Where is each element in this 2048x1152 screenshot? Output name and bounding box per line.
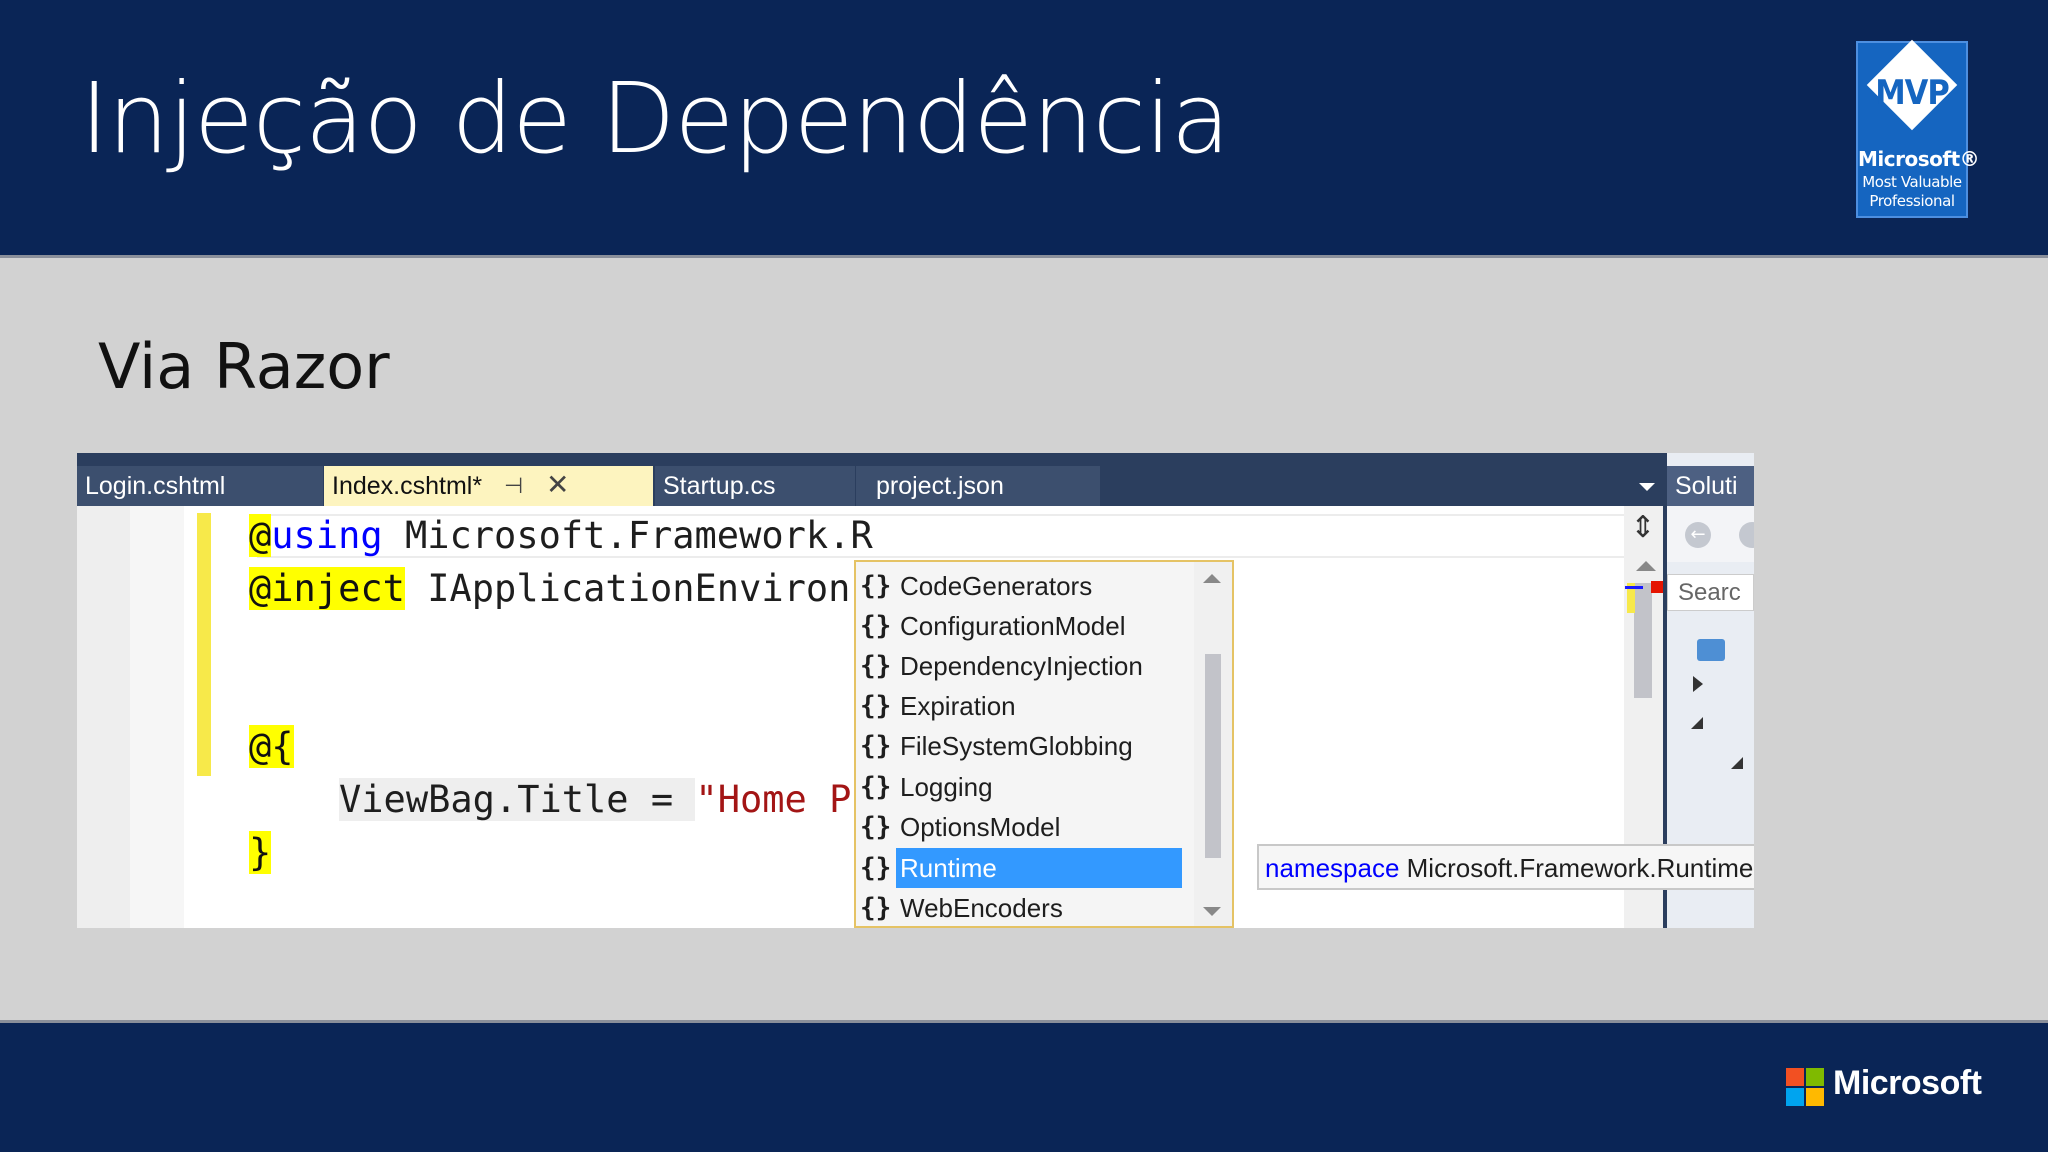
title-string: "Home P [695,778,852,821]
intellisense-completion-list: {} CodeGenerators {} ConfigurationModel … [854,560,1234,928]
code-line-5[interactable]: } [249,831,272,875]
tab-label: Index.cshtml* [332,472,483,500]
tooltip-text: Microsoft.Framework.Runtime [1399,853,1754,883]
tab-startup-cs[interactable]: Startup.cs [655,466,855,506]
slide-subtitle: Via Razor [98,330,390,403]
scroll-up-icon[interactable] [1636,561,1656,571]
tab-label: project.json [876,472,1004,500]
tab-label: Startup.cs [663,472,776,500]
razor-at: @ [249,514,272,557]
collapse-arrow-icon[interactable] [1731,757,1743,769]
code-line-1[interactable]: @using Microsoft.Framework.R [249,514,873,558]
namespace-icon: {} [860,812,892,842]
namespace-icon: {} [860,893,892,923]
completion-item[interactable]: CodeGenerators [896,566,1182,606]
close-icon[interactable]: ✕ [546,465,569,505]
glyph-margin [130,506,184,928]
editor-tab-bar: Login.cshtml Index.cshtml* ⊣ ✕ Startup.c… [77,453,1667,506]
solution-explorer-header[interactable]: Soluti [1667,466,1754,506]
code-line-4[interactable]: ViewBag.Title = "Home P [339,778,851,822]
line-number-gutter [77,506,130,928]
web-project-icon [1697,639,1725,661]
mvp-badge-logo: MVP Microsoft® Most Valuable Professiona… [1856,39,1980,218]
logo-square-green [1806,1068,1824,1086]
scrollbar-error-marker [1651,581,1663,593]
title-divider [0,255,2048,258]
completion-item[interactable]: Expiration [896,686,1182,726]
using-namespace: Microsoft.Framework.R [382,514,873,557]
back-icon[interactable]: ← [1685,522,1711,548]
namespace-icon: {} [860,772,892,802]
mvp-subtitle-line2: Professional [1869,192,1955,210]
mvp-brand: Microsoft® [1858,147,1980,171]
expand-arrow-icon[interactable] [1693,676,1703,692]
tooltip-keyword: namespace [1265,853,1400,883]
tab-project-json[interactable]: project.json [856,466,1100,506]
namespace-icon: {} [860,611,892,641]
tab-label: Login.cshtml [85,472,226,500]
using-keyword: using [271,514,383,557]
tab-login-cshtml[interactable]: Login.cshtml [77,466,323,506]
ide-screenshot: Login.cshtml Index.cshtml* ⊣ ✕ Startup.c… [77,453,1754,928]
solution-search-input[interactable]: Searc [1667,574,1754,611]
completion-item[interactable]: ConfigurationModel [896,606,1182,646]
namespace-icon: {} [860,651,892,681]
tab-index-cshtml[interactable]: Index.cshtml* ⊣ ✕ [324,466,653,506]
completion-scrollbar[interactable] [1194,562,1232,926]
microsoft-logo-icon [1786,1068,1824,1106]
tab-dropdown-icon[interactable] [1639,483,1655,491]
inject-directive: @inject [249,567,405,610]
completion-item[interactable]: OptionsModel [896,807,1182,847]
scroll-down-icon[interactable] [1203,907,1221,916]
inject-type: IApplicationEnviron [404,567,851,610]
slide-title: Injeção de Dependência [80,62,1230,175]
logo-square-yellow [1806,1088,1824,1106]
completion-item[interactable]: DependencyInjection [896,646,1182,686]
scrollbar-thumb[interactable] [1205,654,1221,858]
mvp-subtitle-line1: Most Valuable [1862,173,1962,191]
footer-bar [0,1023,2048,1152]
code-line-3[interactable]: @{ [249,725,294,769]
microsoft-brand-text: Microsoft [1833,1064,1982,1102]
completion-item[interactable]: Logging [896,767,1182,807]
scrollbar-caret-marker [1625,586,1643,589]
scrollbar-thumb[interactable] [1634,583,1652,698]
collapse-arrow-icon[interactable] [1691,717,1703,729]
namespace-icon: {} [860,571,892,601]
logo-square-blue [1786,1088,1804,1106]
scroll-up-icon[interactable] [1203,574,1221,583]
quickinfo-tooltip: namespace Microsoft.Framework.Runtime [1257,844,1754,890]
change-tracking-bar [197,513,211,776]
mvp-subtitle: Most Valuable Professional [1858,173,1966,211]
razor-block-close: } [249,831,272,874]
split-window-icon[interactable]: ⇕ [1628,513,1658,543]
namespace-icon: {} [860,691,892,721]
code-line-2[interactable]: @inject IApplicationEnviron [249,567,850,611]
pin-icon[interactable]: ⊣ [504,466,523,506]
completion-item[interactable]: WebEncoders [896,888,1182,926]
razor-block-open: @{ [249,725,294,768]
completion-item-selected[interactable]: Runtime [896,848,1182,888]
completion-item[interactable]: FileSystemGlobbing [896,726,1182,766]
namespace-icon: {} [860,731,892,761]
namespace-icon: {} [860,853,892,883]
viewbag-statement: ViewBag.Title = [339,778,696,821]
logo-square-red [1786,1068,1804,1086]
mvp-logo-text: MVP [1875,73,1950,113]
